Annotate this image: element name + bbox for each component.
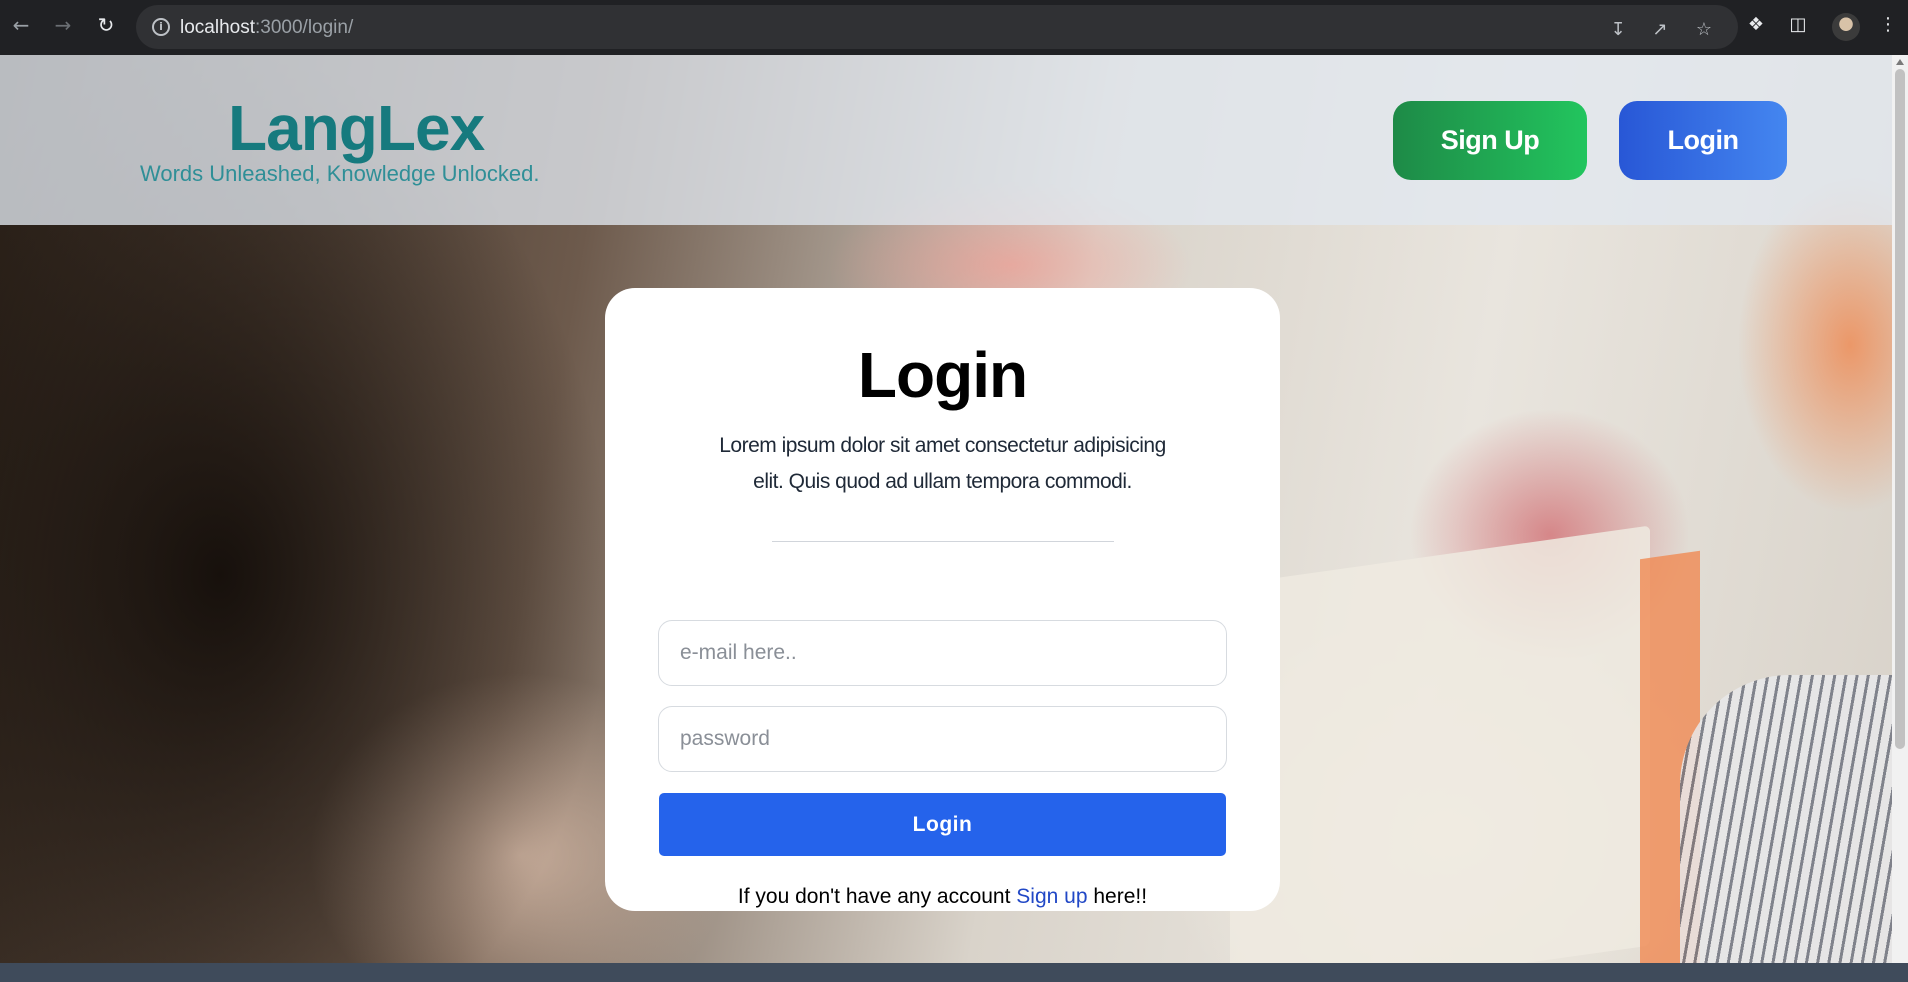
side-panel-icon[interactable]: ◫ xyxy=(1786,14,1810,35)
site-info-icon[interactable]: i xyxy=(152,18,170,36)
bottom-strip xyxy=(0,963,1908,982)
scroll-up-arrow-icon[interactable] xyxy=(1896,59,1904,65)
scrollbar-thumb[interactable] xyxy=(1895,69,1905,749)
brand-tagline: Words Unleashed, Knowledge Unlocked. xyxy=(140,161,540,186)
background-book-image xyxy=(1230,525,1650,963)
install-app-icon[interactable]: ↧ xyxy=(1606,19,1630,40)
browser-toolbar: ← → ↻ i localhost:3000/login/ ↧ ↗ ☆ ❖ ◫ … xyxy=(0,0,1908,55)
login-title: Login xyxy=(857,339,1028,411)
login-description: Lorem ipsum dolor sit amet consectetur a… xyxy=(719,434,1166,493)
url-host: localhost xyxy=(180,17,255,38)
reload-icon[interactable]: ↻ xyxy=(94,13,118,37)
profile-avatar[interactable] xyxy=(1832,13,1860,41)
share-icon[interactable]: ↗ xyxy=(1648,19,1672,40)
more-menu-icon[interactable]: ⋮ xyxy=(1876,14,1900,35)
signup-prompt-before: If you don't have any account xyxy=(737,885,1017,908)
back-arrow-icon[interactable]: ← xyxy=(9,13,33,37)
extensions-puzzle-icon[interactable]: ❖ xyxy=(1744,14,1768,35)
bookmark-star-icon[interactable]: ☆ xyxy=(1692,19,1716,40)
divider xyxy=(772,541,1114,542)
signup-prompt: If you don't have any account Sign up he… xyxy=(605,885,1280,909)
password-field[interactable] xyxy=(658,706,1227,772)
header-signup-button[interactable]: Sign Up xyxy=(1393,101,1587,180)
background-striped-fabric xyxy=(1680,675,1892,963)
header-login-button[interactable]: Login xyxy=(1619,101,1787,180)
url-path: :3000/login/ xyxy=(255,17,354,38)
site-header: LangLex Words Unleashed, Knowledge Unloc… xyxy=(0,55,1892,225)
signup-prompt-after: here!! xyxy=(1087,885,1148,908)
omnibox-actions: ↧ ↗ ☆ xyxy=(1606,19,1726,43)
forward-arrow-icon[interactable]: → xyxy=(51,13,75,37)
address-bar[interactable]: i localhost:3000/login/ ↧ ↗ ☆ xyxy=(136,5,1738,49)
login-card: Login Lorem ipsum dolor sit amet consect… xyxy=(605,288,1280,911)
login-submit-button[interactable]: Login xyxy=(659,793,1226,856)
signup-link[interactable]: Sign up xyxy=(1016,885,1087,908)
page-scrollbar[interactable] xyxy=(1892,55,1908,963)
email-field[interactable] xyxy=(658,620,1227,686)
login-page: LangLex Words Unleashed, Knowledge Unloc… xyxy=(0,55,1892,963)
url-text[interactable]: localhost:3000/login/ xyxy=(180,17,353,39)
brand-logo[interactable]: LangLex xyxy=(228,91,485,165)
